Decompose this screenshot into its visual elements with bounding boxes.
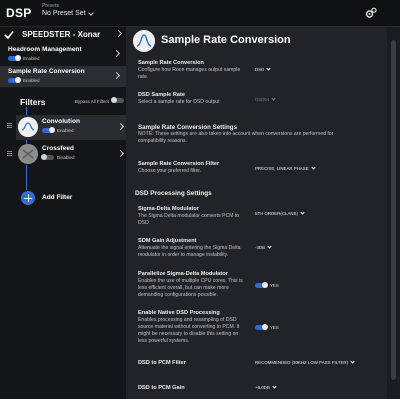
- top-bar: DSP Presets No Preset Set: [0, 0, 400, 27]
- plus-icon: [21, 191, 35, 205]
- preset-value: No Preset Set: [42, 10, 86, 17]
- native-dsd-state: YES: [270, 325, 279, 330]
- chevron-down-icon: [87, 9, 94, 16]
- headroom-toggle[interactable]: [8, 55, 21, 61]
- src-desc: Configure how Roon manages output sample…: [138, 67, 241, 80]
- sdm-select[interactable]: 5TH ORDER(CLANS): [255, 210, 305, 216]
- chevron-down-icon: [350, 359, 355, 364]
- sdm-gain-desc: Attenuate the signal entering the Sigma …: [138, 245, 241, 258]
- src-filter-select[interactable]: PRECISE, LINEAR PHASE: [255, 165, 316, 171]
- crossfeed-state: Disabled: [57, 155, 75, 160]
- dsd-pcm-filter-select[interactable]: RECOMMENDED (30KHZ LOW PASS FILTER): [255, 359, 355, 365]
- device-row[interactable]: SPEEDSTER - Xonar: [0, 27, 126, 43]
- src-settings-title: Sample Rate Conversion Settings: [138, 124, 238, 131]
- check-icon: [4, 31, 14, 40]
- dsd-rate-select[interactable]: DSD64: [255, 96, 276, 102]
- dsd-rate-value: DSD64: [255, 97, 270, 102]
- chevron-right-icon: [114, 29, 123, 38]
- src-filter-desc: Choose your preferred filter.: [138, 168, 202, 174]
- dsd-pcm-gain-title: DSD to PCM Gain: [138, 385, 185, 391]
- sdm-gain-title: SDM Gain Adjustment: [138, 238, 197, 244]
- bypass-toggle[interactable]: [111, 97, 124, 103]
- crossfeed-icon: [18, 144, 38, 164]
- sidebar-item-label: Headroom Management: [8, 46, 82, 53]
- preset-dropdown[interactable]: No Preset Set: [42, 9, 94, 17]
- device-name: SPEEDSTER - Xonar: [22, 30, 101, 39]
- convolution-toggle[interactable]: [42, 127, 55, 133]
- dsd-rate-title: DSD Sample Rate: [138, 92, 185, 98]
- chevron-down-icon: [272, 384, 277, 389]
- filter-name: Crossfeed: [42, 145, 74, 152]
- filters-heading: Filters: [20, 97, 46, 107]
- sdm-gain-select[interactable]: -3DB: [255, 244, 272, 250]
- filter-name: Convolution: [42, 118, 80, 125]
- chevron-down-icon: [266, 66, 271, 71]
- sidebar-item-label: Sample Rate Conversion: [8, 68, 85, 75]
- parallelize-title: Parallelize Sigma-Delta Modulator: [138, 271, 228, 277]
- add-filter-button[interactable]: Add Filter: [16, 190, 126, 206]
- gears-icon[interactable]: [365, 7, 377, 19]
- src-select[interactable]: DSD: [255, 66, 271, 72]
- scrollbar-thumb[interactable]: [391, 40, 396, 380]
- waveform-icon: [133, 30, 155, 52]
- drag-handle-icon[interactable]: [7, 151, 13, 157]
- chevron-right-icon: [116, 149, 125, 158]
- native-dsd-desc: Enables processing and resampling of DSD…: [138, 317, 240, 344]
- filter-crossfeed[interactable]: Crossfeed Disabled: [16, 142, 126, 167]
- presets-label: Presets: [42, 3, 59, 9]
- chevron-down-icon: [300, 210, 305, 215]
- src-title: Sample Rate Conversion: [138, 60, 204, 66]
- dsd-processing-title: DSD Processing Settings: [135, 190, 212, 197]
- chevron-down-icon: [267, 244, 272, 249]
- chevron-right-icon: [116, 122, 125, 131]
- native-dsd-toggle[interactable]: [255, 324, 268, 330]
- parallelize-desc: Enables the use of multiple CPU cores. T…: [138, 278, 243, 298]
- chevron-down-icon: [271, 96, 276, 101]
- chevron-right-icon: [112, 71, 121, 80]
- sidebar-item-headroom[interactable]: Headroom Management Enabled: [0, 44, 126, 65]
- bypass-label: Bypass All Filters: [75, 99, 110, 104]
- src-settings-desc: NOTE: These settings are also taken into…: [138, 131, 334, 144]
- src-value: DSD: [255, 67, 265, 72]
- panel-title: Sample Rate Conversion: [161, 34, 291, 46]
- sidebar-item-sample-rate[interactable]: Sample Rate Conversion Enabled: [0, 66, 126, 87]
- src-filter-value: PRECISE, LINEAR PHASE: [255, 166, 309, 171]
- add-filter-label: Add Filter: [42, 194, 73, 201]
- headroom-state: Enabled: [23, 56, 40, 61]
- app-title: DSP: [6, 6, 32, 20]
- src-filter-title: Sample Rate Conversion Filter: [138, 161, 220, 167]
- chevron-down-icon: [311, 165, 316, 170]
- sample-rate-toggle[interactable]: [8, 77, 21, 83]
- sdm-desc: The Sigma Delta modulator converts PCM t…: [138, 213, 240, 226]
- sample-rate-state: Enabled: [23, 78, 40, 83]
- dsd-pcm-filter-title: DSD to PCM Filter: [138, 360, 186, 366]
- sdm-title: Sigma-Delta Modulator: [138, 206, 199, 212]
- native-dsd-title: Enable Native DSD Processing: [138, 310, 220, 316]
- chain-line: [26, 165, 27, 190]
- convolution-state: Enabled: [57, 128, 74, 133]
- preset-selector[interactable]: Presets No Preset Set: [42, 3, 94, 17]
- filter-convolution[interactable]: Convolution Enabled: [16, 115, 126, 140]
- parallelize-toggle[interactable]: [255, 282, 268, 288]
- dsd-pcm-gain-select[interactable]: +6.0DB: [255, 384, 277, 390]
- drag-handle-icon[interactable]: [7, 123, 13, 129]
- crossfeed-toggle[interactable]: [41, 154, 54, 160]
- sidebar: SPEEDSTER - Xonar Headroom Management En…: [0, 27, 126, 399]
- dsd-pcm-filter-value: RECOMMENDED (30KHZ LOW PASS FILTER): [255, 360, 349, 365]
- sdm-value: 5TH ORDER(CLANS): [255, 211, 298, 216]
- sdm-gain-value: -3DB: [255, 245, 266, 250]
- parallelize-state: YES: [270, 283, 279, 288]
- convolution-icon: [18, 117, 38, 137]
- dsd-pcm-gain-value: +6.0DB: [255, 385, 270, 390]
- dsd-rate-desc: Select a sample rate for DSD output: [138, 99, 220, 105]
- chevron-right-icon: [112, 49, 121, 58]
